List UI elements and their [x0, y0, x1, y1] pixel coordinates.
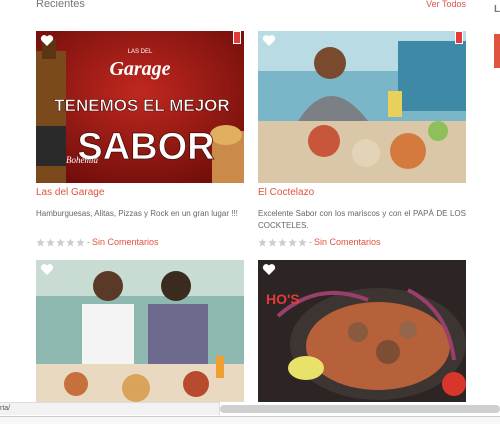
star-rating: [36, 237, 85, 247]
comments-link[interactable]: Sin Comentarios: [92, 237, 159, 247]
card-image[interactable]: [258, 31, 466, 183]
coctelazo-photo: [258, 31, 466, 183]
comments-link[interactable]: Sin Comentarios: [314, 237, 381, 247]
section-title: Recientes: [36, 0, 85, 10]
rating-row: - Sin Comentarios: [258, 237, 381, 247]
favorite-heart-icon[interactable]: [262, 263, 276, 276]
rating-separator: -: [87, 237, 90, 247]
logo-text: Garage: [109, 58, 170, 80]
restaurant-card: [36, 260, 244, 402]
logo-small-text: LAS DEL: [128, 49, 153, 55]
card-image[interactable]: LAS DEL Garage TENEMOS EL MEJOR SABOR Bo…: [36, 31, 244, 183]
star-icon: [258, 237, 267, 246]
right-column-heading: L: [494, 4, 500, 15]
logo-text: HO'S: [266, 291, 300, 307]
star-icon: [36, 237, 45, 246]
star-icon: [278, 237, 287, 246]
card-title[interactable]: Las del Garage: [36, 187, 104, 198]
star-icon: [268, 237, 277, 246]
garage-promo-image: LAS DEL Garage TENEMOS EL MEJOR SABOR Bo…: [36, 31, 244, 183]
restaurant-card: LAS DEL Garage TENEMOS EL MEJOR SABOR Bo…: [36, 31, 244, 247]
bottom-bar: [0, 416, 500, 424]
badge-icon: [455, 31, 463, 44]
couple-photo: [36, 260, 244, 402]
molcajete-photo: HO'S: [258, 260, 466, 402]
status-bar-url: rta/: [0, 402, 220, 415]
rating-separator: -: [309, 237, 312, 247]
star-icon: [298, 237, 307, 246]
card-image[interactable]: HO'S: [258, 260, 466, 402]
star-rating: [258, 237, 307, 247]
card-description: Excelente Sabor con los mariscos y con e…: [258, 209, 466, 230]
see-all-link[interactable]: Ver Todos: [426, 0, 466, 9]
star-icon: [56, 237, 65, 246]
star-icon: [288, 237, 297, 246]
favorite-heart-icon[interactable]: [40, 263, 54, 276]
card-image[interactable]: [36, 260, 244, 402]
right-column-block[interactable]: [494, 34, 500, 68]
restaurant-card: El Coctelazo Excelente Sabor con los mar…: [258, 31, 466, 247]
card-description: Hamburguesas, Alitas, Pizzas y Rock en u…: [36, 209, 238, 218]
favorite-heart-icon[interactable]: [40, 34, 54, 47]
favorite-heart-icon[interactable]: [262, 34, 276, 47]
restaurant-card: HO'S: [258, 260, 466, 402]
star-icon: [46, 237, 55, 246]
badge-icon: [233, 31, 241, 44]
rating-row: - Sin Comentarios: [36, 237, 159, 247]
section-header: Recientes Ver Todos: [36, 0, 466, 12]
promo-line1: TENEMOS EL MEJOR: [54, 96, 229, 115]
star-icon: [66, 237, 75, 246]
card-title[interactable]: El Coctelazo: [258, 187, 314, 198]
bottle-label: Bohemia: [66, 155, 98, 165]
star-icon: [76, 237, 85, 246]
horizontal-scrollbar[interactable]: [220, 405, 500, 413]
